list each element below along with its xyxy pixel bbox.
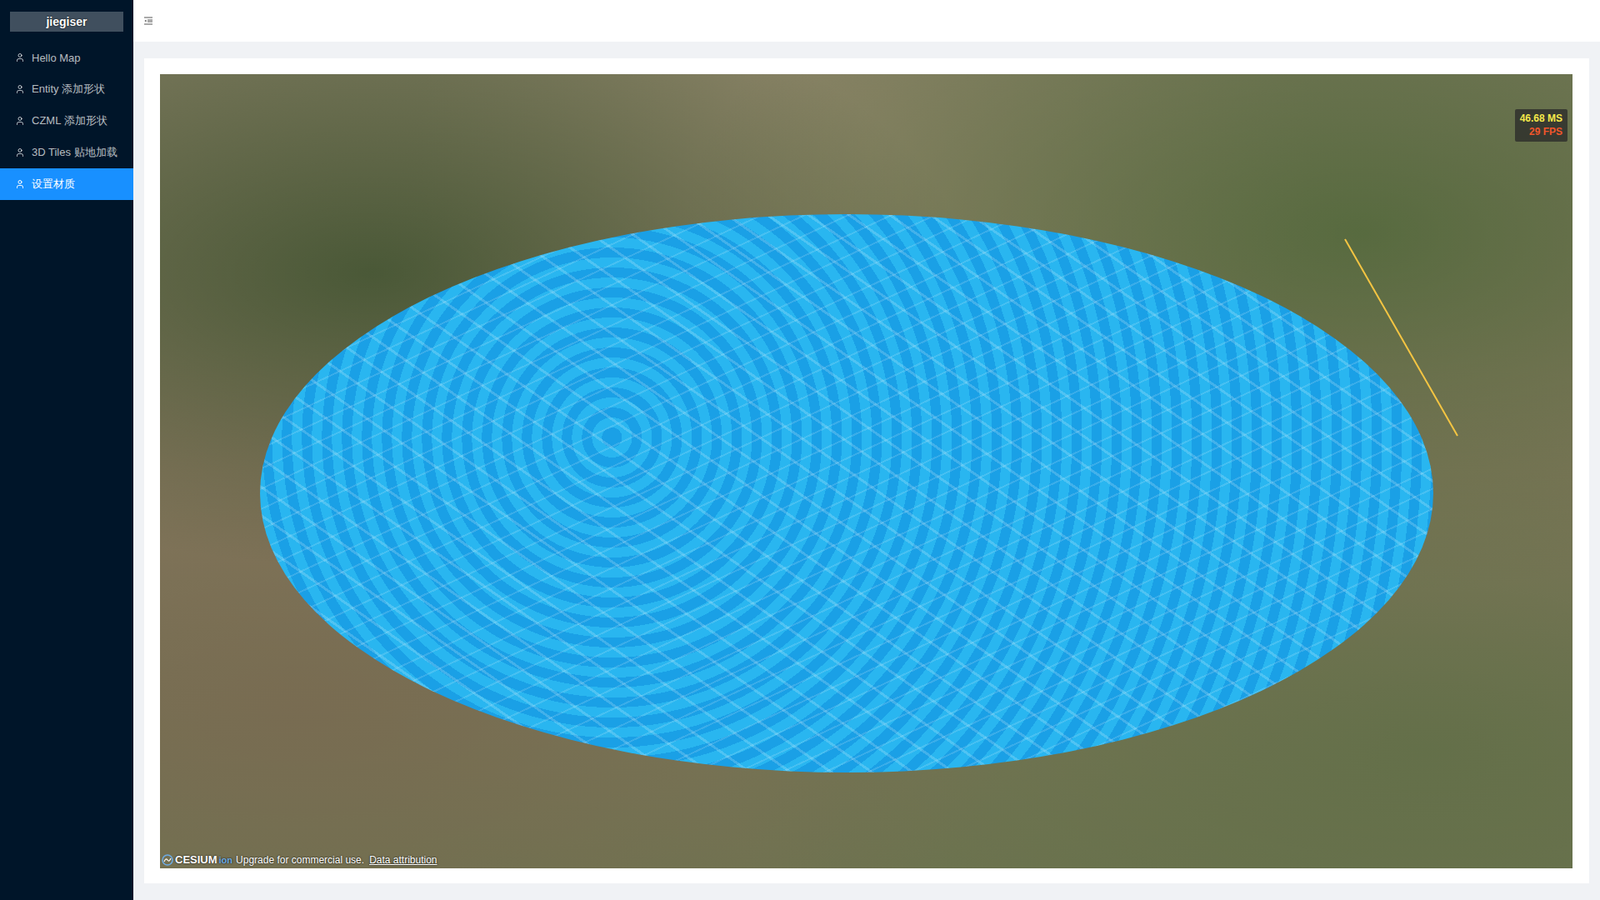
sidebar-item[interactable]: Hello Map (0, 41, 134, 74)
performance-display: 46.68 MS29 FPS (1515, 109, 1568, 142)
user-icon (15, 84, 25, 95)
header (133, 0, 1600, 42)
polyline[interactable] (1345, 239, 1458, 436)
sidebar-item[interactable]: Entity 添加形状 (0, 73, 134, 105)
user-icon (15, 179, 25, 190)
sidebar-item[interactable]: 3D Tiles 贴地加载 (0, 136, 134, 169)
water-ellipse[interactable] (260, 214, 1434, 773)
logo: jiegiser (10, 11, 124, 32)
credit-text: Upgrade for commercial use. (235, 854, 365, 866)
map-card: 46.68 MS29 FPS CESIUMionUpgrade for comme… (144, 58, 1590, 884)
fps-reading: 29 FPS (1529, 125, 1563, 140)
ms-reading: 46.68 MS (1520, 112, 1563, 126)
sidebar: jiegiser Hello MapEntity 添加形状CZML 添加形状3D … (0, 0, 134, 900)
menu-fold-icon[interactable] (143, 15, 154, 26)
polyline-overlay (160, 74, 1573, 869)
main: 46.68 MS29 FPS CESIUMionUpgrade for comme… (133, 0, 1600, 900)
user-icon (15, 147, 25, 158)
sidebar-item[interactable]: 设置材质 (0, 168, 134, 200)
cesium-icon (161, 854, 174, 866)
data-attribution-link[interactable]: Data attribution (369, 854, 437, 866)
sidebar-item[interactable]: CZML 添加形状 (0, 105, 134, 137)
user-icon (15, 115, 25, 126)
credits: CESIUMionUpgrade for commercial use. Data… (161, 853, 438, 866)
content: 46.68 MS29 FPS CESIUMionUpgrade for comme… (133, 41, 1600, 900)
sidebar-menu: Hello MapEntity 添加形状CZML 添加形状3D Tiles 贴地… (0, 41, 134, 200)
cesium-map[interactable]: 46.68 MS29 FPS CESIUMionUpgrade for comme… (160, 74, 1573, 869)
cesium-logo[interactable]: CESIUMion (161, 853, 235, 866)
user-icon (15, 52, 25, 63)
app-page: jiegiser Hello MapEntity 添加形状CZML 添加形状3D … (0, 0, 1600, 900)
